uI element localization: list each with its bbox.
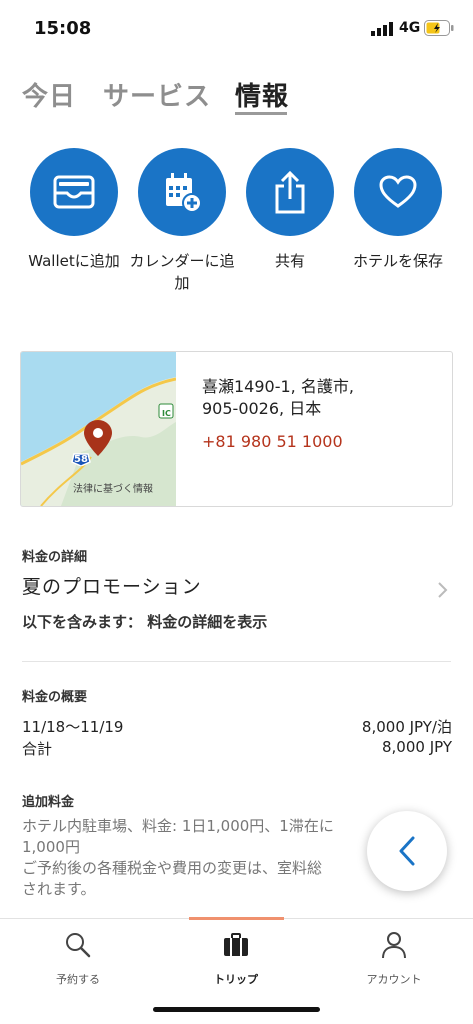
share-icon bbox=[275, 170, 305, 214]
address-line-2: 905-0026, 日本 bbox=[202, 399, 322, 418]
save-hotel-button[interactable]: ホテルを保存 bbox=[343, 148, 453, 272]
status-bar: 15:08 4G bbox=[0, 0, 473, 56]
share-label: 共有 bbox=[274, 252, 305, 270]
search-icon bbox=[66, 933, 91, 958]
nav-active-indicator bbox=[189, 917, 284, 920]
per-night-price: 8,000 JPY/泊 bbox=[361, 718, 452, 736]
nav-book-label: 予約する bbox=[56, 973, 100, 986]
phone-link[interactable]: +81 980 51 1000 bbox=[202, 432, 343, 451]
chevron-left-icon bbox=[399, 836, 415, 866]
divider bbox=[22, 661, 451, 662]
interchange-badge: IC bbox=[162, 409, 171, 418]
map-legal-link[interactable]: 法律に基づく情報 bbox=[73, 480, 153, 495]
add-calendar-label: カレンダーに追加 bbox=[129, 252, 235, 292]
rate-includes-link[interactable]: 以下を含みます： 料金の詳細を表示 bbox=[22, 611, 267, 632]
chevron-right-icon[interactable] bbox=[437, 582, 449, 598]
rate-dates-row: 11/18〜11/19 8,000 JPY/泊 bbox=[22, 716, 452, 737]
suitcase-icon bbox=[224, 933, 248, 956]
extra-charges-title: 追加料金 bbox=[22, 795, 75, 810]
share-button[interactable]: 共有 bbox=[235, 148, 345, 272]
wallet-button[interactable]: Walletに追加 bbox=[19, 148, 129, 272]
location-card[interactable]: IC 58 法律に基づく情報 喜瀬1490-1, 名護市, 905-0026, … bbox=[20, 351, 453, 507]
back-button[interactable] bbox=[367, 811, 447, 891]
calendar-circle[interactable] bbox=[138, 148, 226, 236]
hotel-address: 喜瀬1490-1, 名護市, 905-0026, 日本 bbox=[202, 376, 442, 420]
rate-summary-title: 料金の概要 bbox=[22, 690, 88, 705]
save-hotel-label: ホテルを保存 bbox=[352, 252, 443, 270]
nav-account[interactable]: アカウント bbox=[334, 931, 454, 987]
nav-trips-label: トリップ bbox=[214, 973, 258, 986]
total-label: 合計 bbox=[22, 740, 53, 758]
rate-total-row: 合計 8,000 JPY bbox=[22, 738, 452, 759]
rate-name[interactable]: 夏のプロモーション bbox=[22, 572, 202, 599]
heart-icon bbox=[379, 175, 417, 208]
tab-info[interactable]: 情報 bbox=[235, 76, 289, 113]
nav-trips[interactable]: トリップ bbox=[176, 931, 296, 987]
signal-icon bbox=[371, 22, 393, 36]
status-time: 15:08 bbox=[34, 18, 92, 39]
stay-dates: 11/18〜11/19 bbox=[22, 718, 124, 736]
wallet-label: Walletに追加 bbox=[28, 252, 120, 270]
total-price: 8,000 JPY bbox=[381, 738, 452, 756]
wallet-icon bbox=[53, 175, 95, 209]
share-circle[interactable] bbox=[246, 148, 334, 236]
rate-details-title: 料金の詳細 bbox=[22, 550, 88, 565]
tab-active-underline bbox=[235, 112, 287, 115]
tab-today[interactable]: 今日 bbox=[22, 76, 76, 113]
nav-account-label: アカウント bbox=[366, 973, 422, 986]
person-icon bbox=[382, 932, 406, 959]
route-shield: 58 bbox=[74, 454, 88, 465]
nav-book[interactable]: 予約する bbox=[18, 931, 138, 987]
network-type: 4G bbox=[399, 20, 421, 36]
top-tabs: 今日 サービス 情報 bbox=[0, 72, 473, 122]
wallet-circle[interactable] bbox=[30, 148, 118, 236]
tab-services[interactable]: サービス bbox=[103, 76, 211, 113]
battery-icon bbox=[424, 20, 454, 36]
home-indicator bbox=[153, 1007, 320, 1012]
add-calendar-button[interactable]: カレンダーに追加 bbox=[127, 148, 237, 294]
calendar-add-icon bbox=[166, 173, 202, 213]
save-hotel-circle[interactable] bbox=[354, 148, 442, 236]
address-line-1: 喜瀬1490-1, 名護市, bbox=[202, 377, 354, 396]
